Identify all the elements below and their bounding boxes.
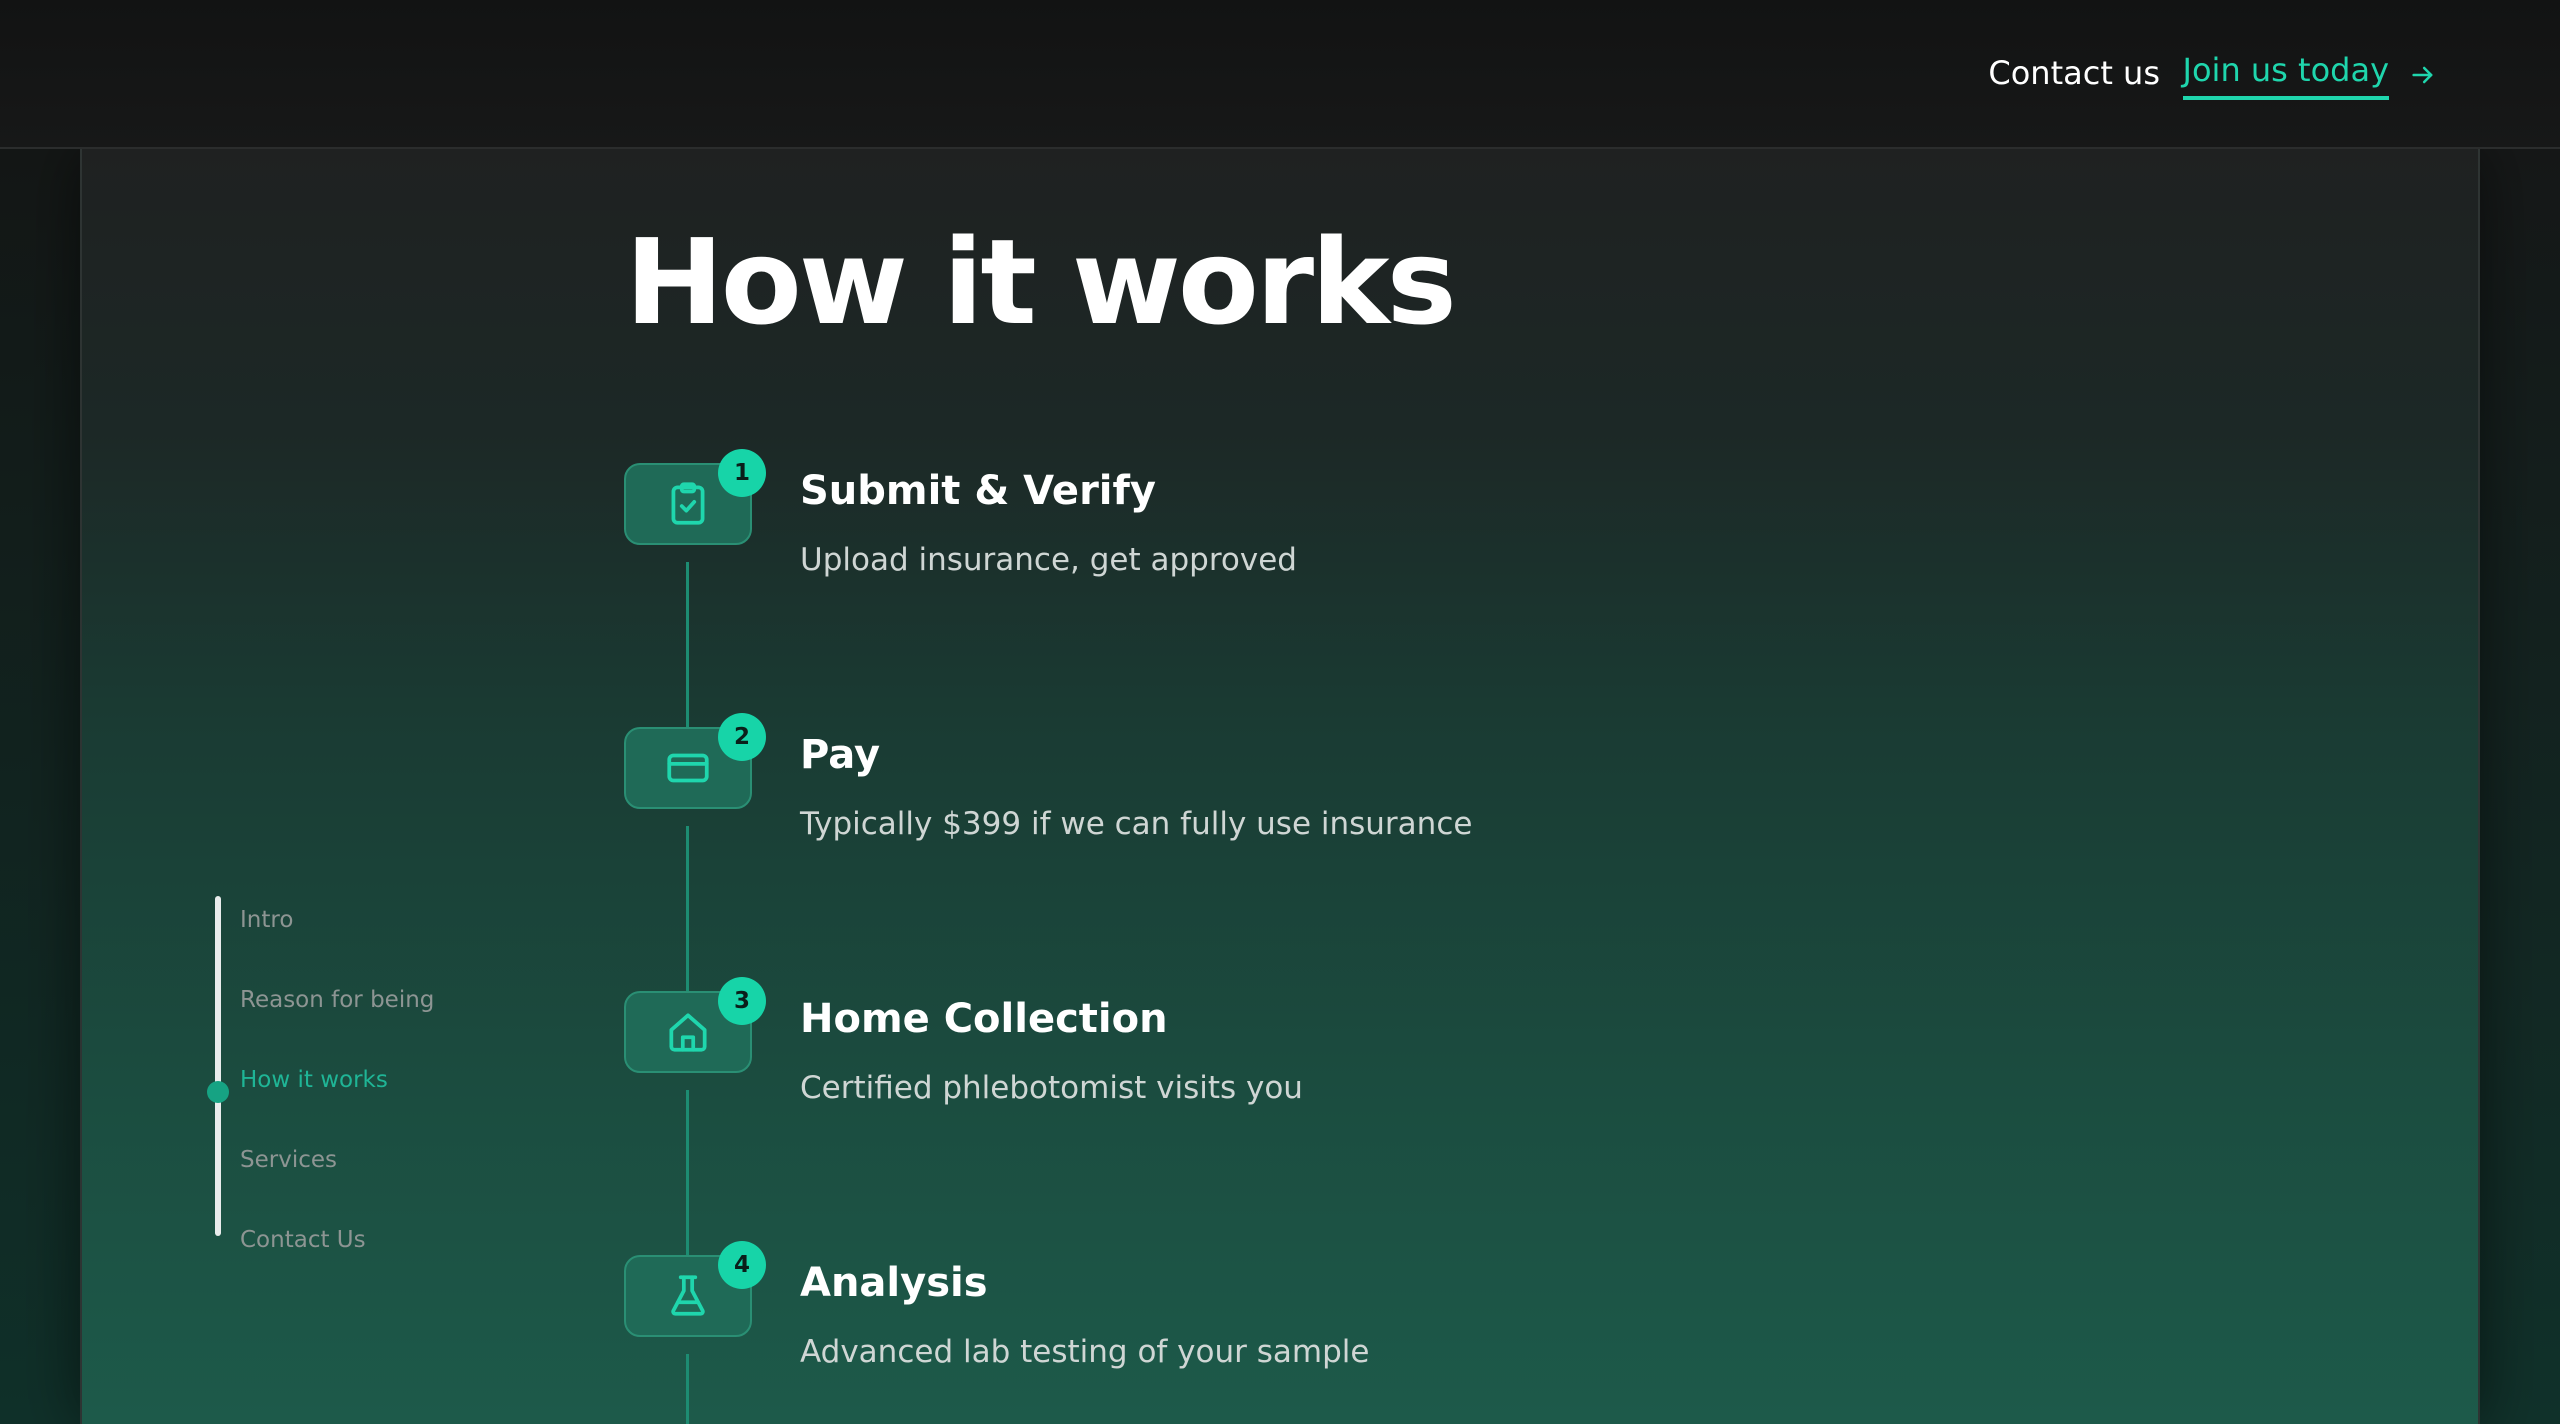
timeline-connector	[686, 1354, 689, 1424]
flask-icon	[671, 1275, 705, 1316]
contact-us-link[interactable]: Contact us	[1988, 53, 2160, 93]
credit-card-icon	[667, 753, 709, 783]
page-title: How it works	[625, 213, 1457, 351]
right-backdrop	[2480, 149, 2560, 1424]
step-description: Upload insurance, get approved	[800, 542, 1297, 578]
step-title: Pay	[800, 732, 881, 778]
timeline-connector	[686, 826, 689, 996]
step-number-badge: 3	[718, 977, 766, 1025]
join-us-link[interactable]: Join us today	[2182, 50, 2437, 100]
step-number-badge: 2	[718, 713, 766, 761]
step-description: Advanced lab testing of your sample	[800, 1334, 1370, 1370]
timeline-connector	[686, 562, 689, 732]
step-title: Analysis	[800, 1260, 988, 1306]
step-description: Certified phlebotomist visits you	[800, 1070, 1303, 1106]
arrow-right-icon	[2409, 58, 2437, 86]
step-title: Home Collection	[800, 996, 1168, 1042]
active-section-indicator	[207, 1081, 229, 1103]
step-title: Submit & Verify	[800, 468, 1156, 514]
timeline-connector	[686, 1090, 689, 1260]
sidenav-item-reason-for-being[interactable]: Reason for being	[240, 985, 434, 1015]
sidenav-item-contact-us[interactable]: Contact Us	[240, 1225, 366, 1255]
sidenav-item-services[interactable]: Services	[240, 1145, 337, 1175]
home-icon	[669, 1013, 707, 1052]
clipboard-check-icon	[671, 482, 705, 525]
top-navigation-bar: Contact us Join us today	[0, 0, 2560, 149]
left-backdrop	[0, 149, 80, 1424]
section-progress-track	[215, 896, 221, 1236]
step-description: Typically $399 if we can fully use insur…	[800, 806, 1473, 842]
sidenav-item-intro[interactable]: Intro	[240, 905, 293, 935]
sidenav-item-how-it-works[interactable]: How it works	[240, 1065, 388, 1095]
step-number-badge: 1	[718, 449, 766, 497]
step-number-badge: 4	[718, 1241, 766, 1289]
join-us-label: Join us today	[2182, 50, 2389, 100]
